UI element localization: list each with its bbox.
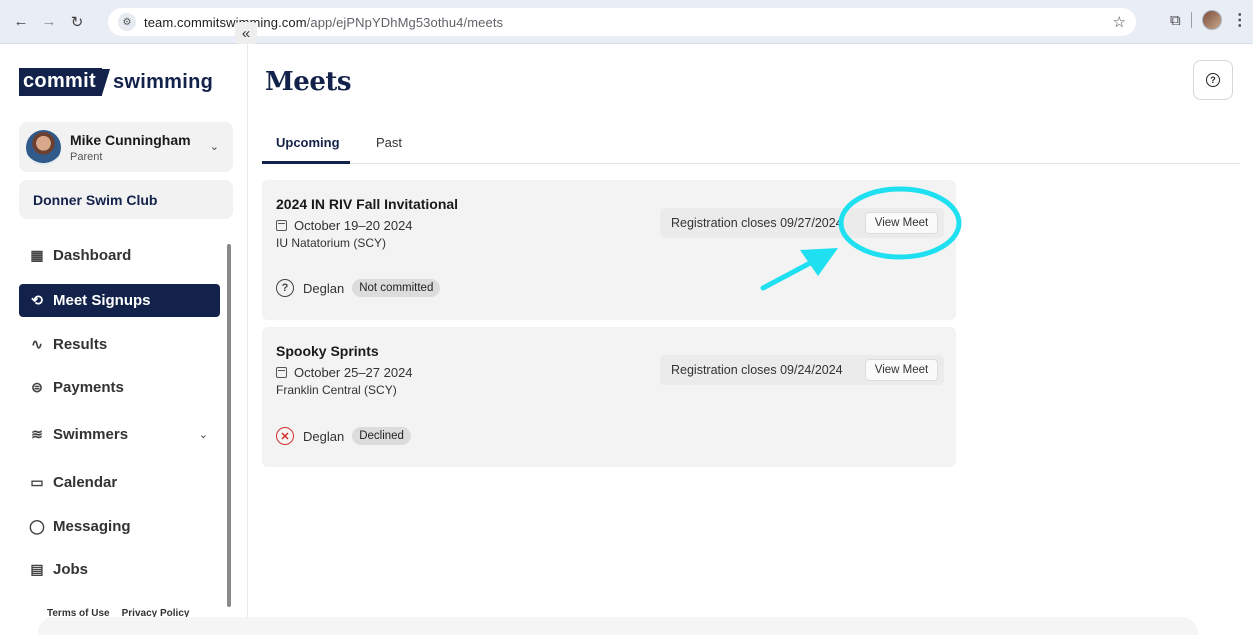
sidebar-item-messaging[interactable]: ◯ Messaging [19, 510, 220, 543]
page-title: Meets [265, 67, 352, 97]
status-badge: Not committed [352, 279, 441, 297]
calendar-icon [276, 367, 287, 378]
toolbar-divider [1190, 12, 1192, 28]
calendar-icon: ▭ [30, 474, 44, 490]
browser-menu-icon[interactable]: ⋮ [1232, 10, 1248, 30]
collapse-sidebar-button[interactable]: « [235, 22, 257, 44]
view-meet-button[interactable]: View Meet [865, 212, 938, 234]
help-button[interactable]: ? [1193, 60, 1233, 100]
sidebar-item-jobs[interactable]: ▤ Jobs [19, 553, 220, 586]
bottom-panel [38, 617, 1198, 635]
url-path: /app/ejPNpYDhMg53othu4/meets [306, 14, 504, 30]
sidebar-item-dashboard[interactable]: ▦ Dashboard [19, 239, 220, 272]
registration-deadline: Registration closes 09/24/2024 [671, 363, 843, 377]
forward-icon[interactable]: → [38, 11, 60, 33]
dashboard-grid-icon: ▦ [30, 247, 44, 263]
sidebar-item-calendar[interactable]: ▭ Calendar [19, 466, 220, 499]
swimmer-name: Deglan [303, 428, 345, 444]
clipboard-icon: ▤ [30, 561, 44, 577]
chat-bubble-icon: ◯ [29, 518, 45, 534]
sidebar-item-meet-signups[interactable]: ⟲ Meet Signups [19, 284, 220, 317]
sidebar-item-label: Dashboard [53, 247, 132, 264]
registration-box: Registration closes 09/27/2024 View Meet [660, 208, 944, 238]
results-chart-icon: ∿ [31, 336, 43, 352]
calendar-icon [276, 220, 287, 231]
meet-card: Spooky Sprints October 25–27 2024 Frankl… [262, 327, 956, 467]
dollar-icon: ⊜ [31, 379, 43, 395]
logo-slash [101, 69, 110, 95]
view-meet-button[interactable]: View Meet [865, 359, 938, 381]
sidebar-item-payments[interactable]: ⊜ Payments [19, 371, 220, 404]
swimmers-icon: ≋ [31, 426, 43, 442]
meet-signups-icon: ⟲ [31, 292, 43, 308]
url-host: team.commitswimming.com [144, 14, 307, 30]
meet-card: 2024 IN RIV Fall Invitational October 19… [262, 180, 956, 320]
extensions-icon[interactable]: ⧉ [1170, 12, 1181, 29]
sidebar-item-label: Jobs [53, 561, 89, 578]
help-question-icon: ? [1206, 73, 1220, 87]
back-icon[interactable]: ← [10, 11, 32, 33]
sidebar-item-label: Payments [53, 379, 124, 396]
meet-venue: IU Natatorium (SCY) [276, 236, 387, 250]
meet-dates: October 19–20 2024 [276, 218, 413, 233]
sidebar-item-label: Meet Signups [53, 292, 151, 309]
browser-toolbar: ← → ↻ ⚙ team.commitswimming.com/app/ejPN… [0, 0, 1253, 44]
sidebar-item-results[interactable]: ∿ Results [19, 328, 220, 361]
logo-swimming: swimming [112, 70, 214, 93]
status-badge: Declined [352, 427, 411, 445]
tab-upcoming[interactable]: Upcoming [276, 135, 340, 150]
meet-dates: October 25–27 2024 [276, 365, 413, 380]
club-name[interactable]: Donner Swim Club [19, 180, 233, 219]
active-tab-indicator [262, 161, 350, 164]
user-role: Parent [70, 150, 103, 163]
site-settings-icon[interactable]: ⚙ [118, 13, 136, 31]
meet-venue: Franklin Central (SCY) [276, 383, 397, 397]
commit-swimming-logo[interactable]: commit swimming [19, 68, 213, 96]
avatar [26, 129, 61, 165]
question-circle-icon: ? [276, 279, 294, 297]
chevron-down-icon[interactable]: ⌄ [199, 428, 208, 441]
tab-past[interactable]: Past [376, 135, 402, 150]
sidebar-item-label: Messaging [53, 518, 131, 535]
bookmark-star-icon[interactable]: ☆ [1113, 13, 1126, 31]
sidebar-item-label: Swimmers [53, 426, 129, 443]
logo-commit: commit [19, 68, 102, 96]
meet-name: 2024 IN RIV Fall Invitational [276, 196, 459, 212]
meet-dates-text: October 25–27 2024 [294, 365, 413, 380]
url-text: team.commitswimming.com/app/ejPNpYDhMg53… [144, 15, 503, 30]
address-bar[interactable]: ⚙ team.commitswimming.com/app/ejPNpYDhMg… [108, 8, 1136, 36]
swimmer-name: Deglan [303, 280, 345, 296]
browser-profile-avatar[interactable] [1201, 10, 1222, 30]
swimmer-status-row[interactable]: ? Deglan Not committed [276, 279, 441, 297]
meet-tabs: Upcoming Past [262, 120, 1240, 164]
user-name: Mike Cunningham [70, 131, 191, 148]
meet-name: Spooky Sprints [276, 343, 379, 359]
x-circle-icon: ✕ [276, 427, 294, 445]
swimmer-status-row[interactable]: ✕ Deglan Declined [276, 427, 411, 445]
sidebar-item-label: Results [53, 336, 108, 353]
sidebar-item-label: Calendar [53, 474, 118, 491]
sidebar-scrollbar[interactable] [227, 244, 231, 607]
meet-dates-text: October 19–20 2024 [294, 218, 413, 233]
reload-icon[interactable]: ↻ [66, 11, 88, 33]
registration-deadline: Registration closes 09/27/2024 [671, 216, 843, 230]
chevron-down-icon[interactable]: ⌄ [210, 140, 219, 153]
user-switcher[interactable]: Mike Cunningham Parent ⌄ [19, 122, 233, 172]
sidebar-item-swimmers[interactable]: ≋ Swimmers ⌄ [19, 418, 220, 451]
registration-box: Registration closes 09/24/2024 View Meet [660, 355, 944, 385]
sidebar: commit swimming Mike Cunningham Parent ⌄… [0, 44, 248, 635]
